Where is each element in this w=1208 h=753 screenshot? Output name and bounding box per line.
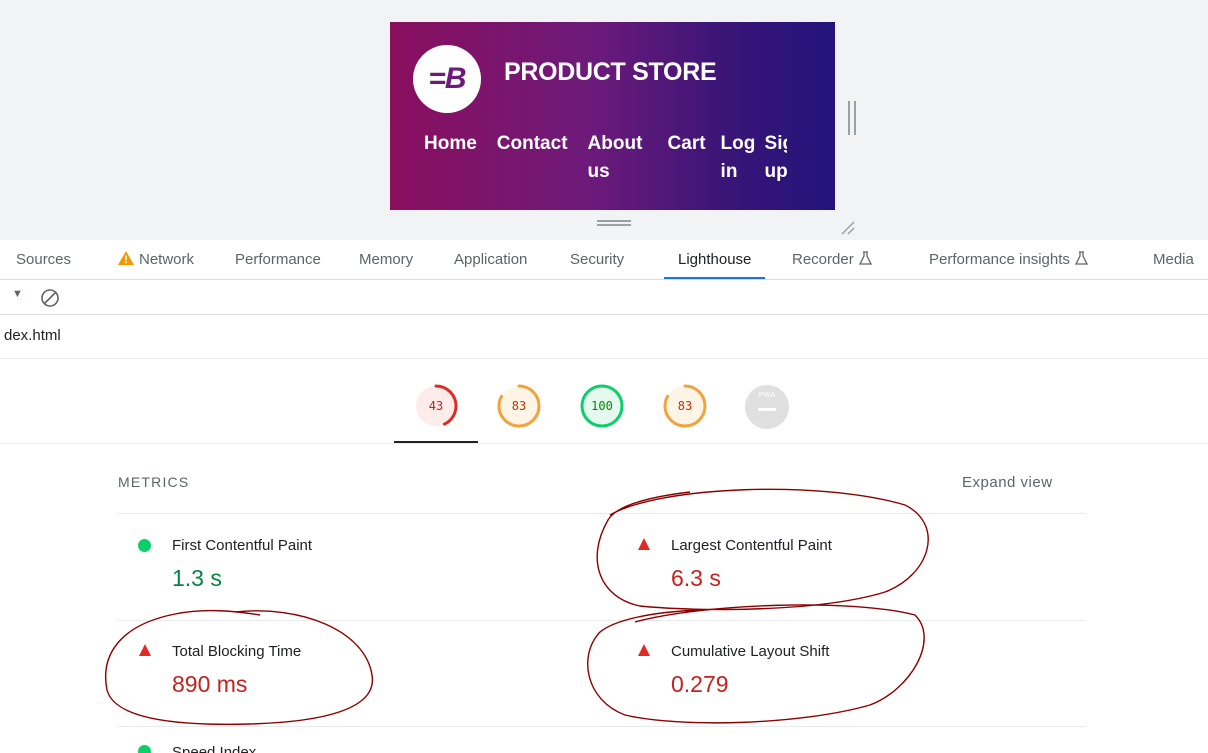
gauge-accessibility[interactable]: 83 bbox=[495, 382, 543, 430]
annotation-circle-cls bbox=[586, 604, 925, 724]
fail-triangle-icon bbox=[139, 644, 151, 656]
gauge-value: 83 bbox=[511, 399, 527, 413]
tab-label: Memory bbox=[359, 251, 414, 268]
divider bbox=[118, 726, 1086, 727]
tab-label: Recorder bbox=[792, 251, 854, 268]
tab-memory[interactable]: Memory bbox=[359, 240, 413, 280]
tab-performance-insights[interactable]: Performance insights bbox=[929, 240, 1088, 280]
store-header: =B PRODUCT STORE Home Contact About us C… bbox=[390, 22, 835, 210]
tab-label: Performance bbox=[235, 251, 321, 268]
tab-label: Application bbox=[454, 251, 528, 268]
resize-handle-right[interactable] bbox=[848, 101, 856, 135]
divider bbox=[118, 620, 1086, 621]
metric-value: 1.3 s bbox=[172, 565, 222, 591]
gauge-value: 83 bbox=[677, 399, 693, 413]
fail-triangle-icon bbox=[638, 644, 650, 656]
tab-performance[interactable]: Performance bbox=[235, 240, 321, 280]
report-dropdown[interactable]: ▼ bbox=[12, 288, 23, 300]
metric-title: Total Blocking Time bbox=[172, 643, 302, 660]
metric-title: Largest Contentful Paint bbox=[671, 537, 832, 554]
tab-media[interactable]: Media bbox=[1153, 240, 1194, 280]
nav-home[interactable]: Home bbox=[424, 130, 477, 186]
gauge-value: 100 bbox=[591, 399, 613, 413]
gauge-performance[interactable]: 43 bbox=[412, 382, 460, 430]
metric-title-peek: Speed Index bbox=[172, 744, 257, 753]
tab-label: Network bbox=[139, 251, 195, 268]
flask-icon bbox=[858, 251, 872, 265]
metric-value: 890 ms bbox=[172, 671, 248, 697]
tab-security[interactable]: Security bbox=[570, 240, 624, 280]
tab-label: Media bbox=[1153, 251, 1194, 268]
gauge-best-practices[interactable]: 100 bbox=[578, 382, 626, 430]
flask-icon bbox=[1074, 251, 1088, 265]
resize-corner-icon[interactable] bbox=[839, 218, 857, 236]
pwa-badge[interactable]: PWA bbox=[745, 385, 789, 429]
tab-recorder[interactable]: Recorder bbox=[792, 240, 872, 280]
fail-triangle-icon bbox=[638, 538, 650, 550]
nav-sign-up[interactable]: Sign up bbox=[765, 130, 787, 186]
nav-cart[interactable]: Cart bbox=[668, 130, 706, 186]
logo-text: =B bbox=[428, 62, 466, 95]
divider bbox=[0, 358, 1208, 359]
resize-handle-bottom[interactable] bbox=[597, 220, 631, 226]
expand-view-link[interactable]: Expand view bbox=[962, 474, 1053, 491]
store-nav: Home Contact About us Cart Log in Sign u… bbox=[424, 130, 787, 186]
gauge-value: 43 bbox=[428, 399, 444, 413]
metric-value: 0.279 bbox=[671, 671, 729, 697]
devtools-tabbar: Sources Network Performance Memory Appli… bbox=[0, 240, 1208, 280]
pass-circle-icon bbox=[138, 539, 151, 552]
metric-title: First Contentful Paint bbox=[172, 537, 313, 554]
device-preview: =B PRODUCT STORE Home Contact About us C… bbox=[0, 0, 1208, 240]
clear-icon[interactable] bbox=[39, 287, 61, 309]
tab-label: Security bbox=[570, 251, 625, 268]
tab-network[interactable]: Network bbox=[118, 240, 194, 280]
tab-label: Lighthouse bbox=[678, 251, 752, 268]
metric-title: Cumulative Layout Shift bbox=[671, 643, 830, 660]
divider bbox=[118, 513, 1086, 514]
annotation-circle-tbt bbox=[105, 609, 373, 726]
nav-about-us[interactable]: About us bbox=[588, 130, 650, 186]
metric-value: 6.3 s bbox=[671, 565, 721, 591]
tab-label: Sources bbox=[16, 251, 72, 268]
device-frame: =B PRODUCT STORE Home Contact About us C… bbox=[390, 22, 863, 238]
tab-label: Performance insights bbox=[929, 251, 1070, 268]
pwa-dash-icon bbox=[758, 408, 776, 411]
tab-application[interactable]: Application bbox=[454, 240, 527, 280]
nav-contact[interactable]: Contact bbox=[497, 130, 568, 186]
warning-icon bbox=[118, 251, 134, 265]
store-title[interactable]: PRODUCT STORE bbox=[504, 58, 717, 87]
store-logo[interactable]: =B bbox=[413, 45, 481, 113]
tab-sources[interactable]: Sources bbox=[16, 240, 71, 280]
report-url: dex.html bbox=[4, 327, 61, 344]
pwa-label: PWA bbox=[758, 392, 776, 399]
metrics-header: METRICS bbox=[118, 474, 190, 490]
tab-lighthouse[interactable]: Lighthouse bbox=[663, 240, 766, 280]
lighthouse-toolbar: ▼ bbox=[0, 281, 1208, 315]
active-gauge-indicator bbox=[394, 441, 478, 443]
pass-circle-icon bbox=[138, 745, 151, 753]
gauge-seo[interactable]: 83 bbox=[661, 382, 709, 430]
nav-log-in[interactable]: Log in bbox=[721, 130, 756, 186]
